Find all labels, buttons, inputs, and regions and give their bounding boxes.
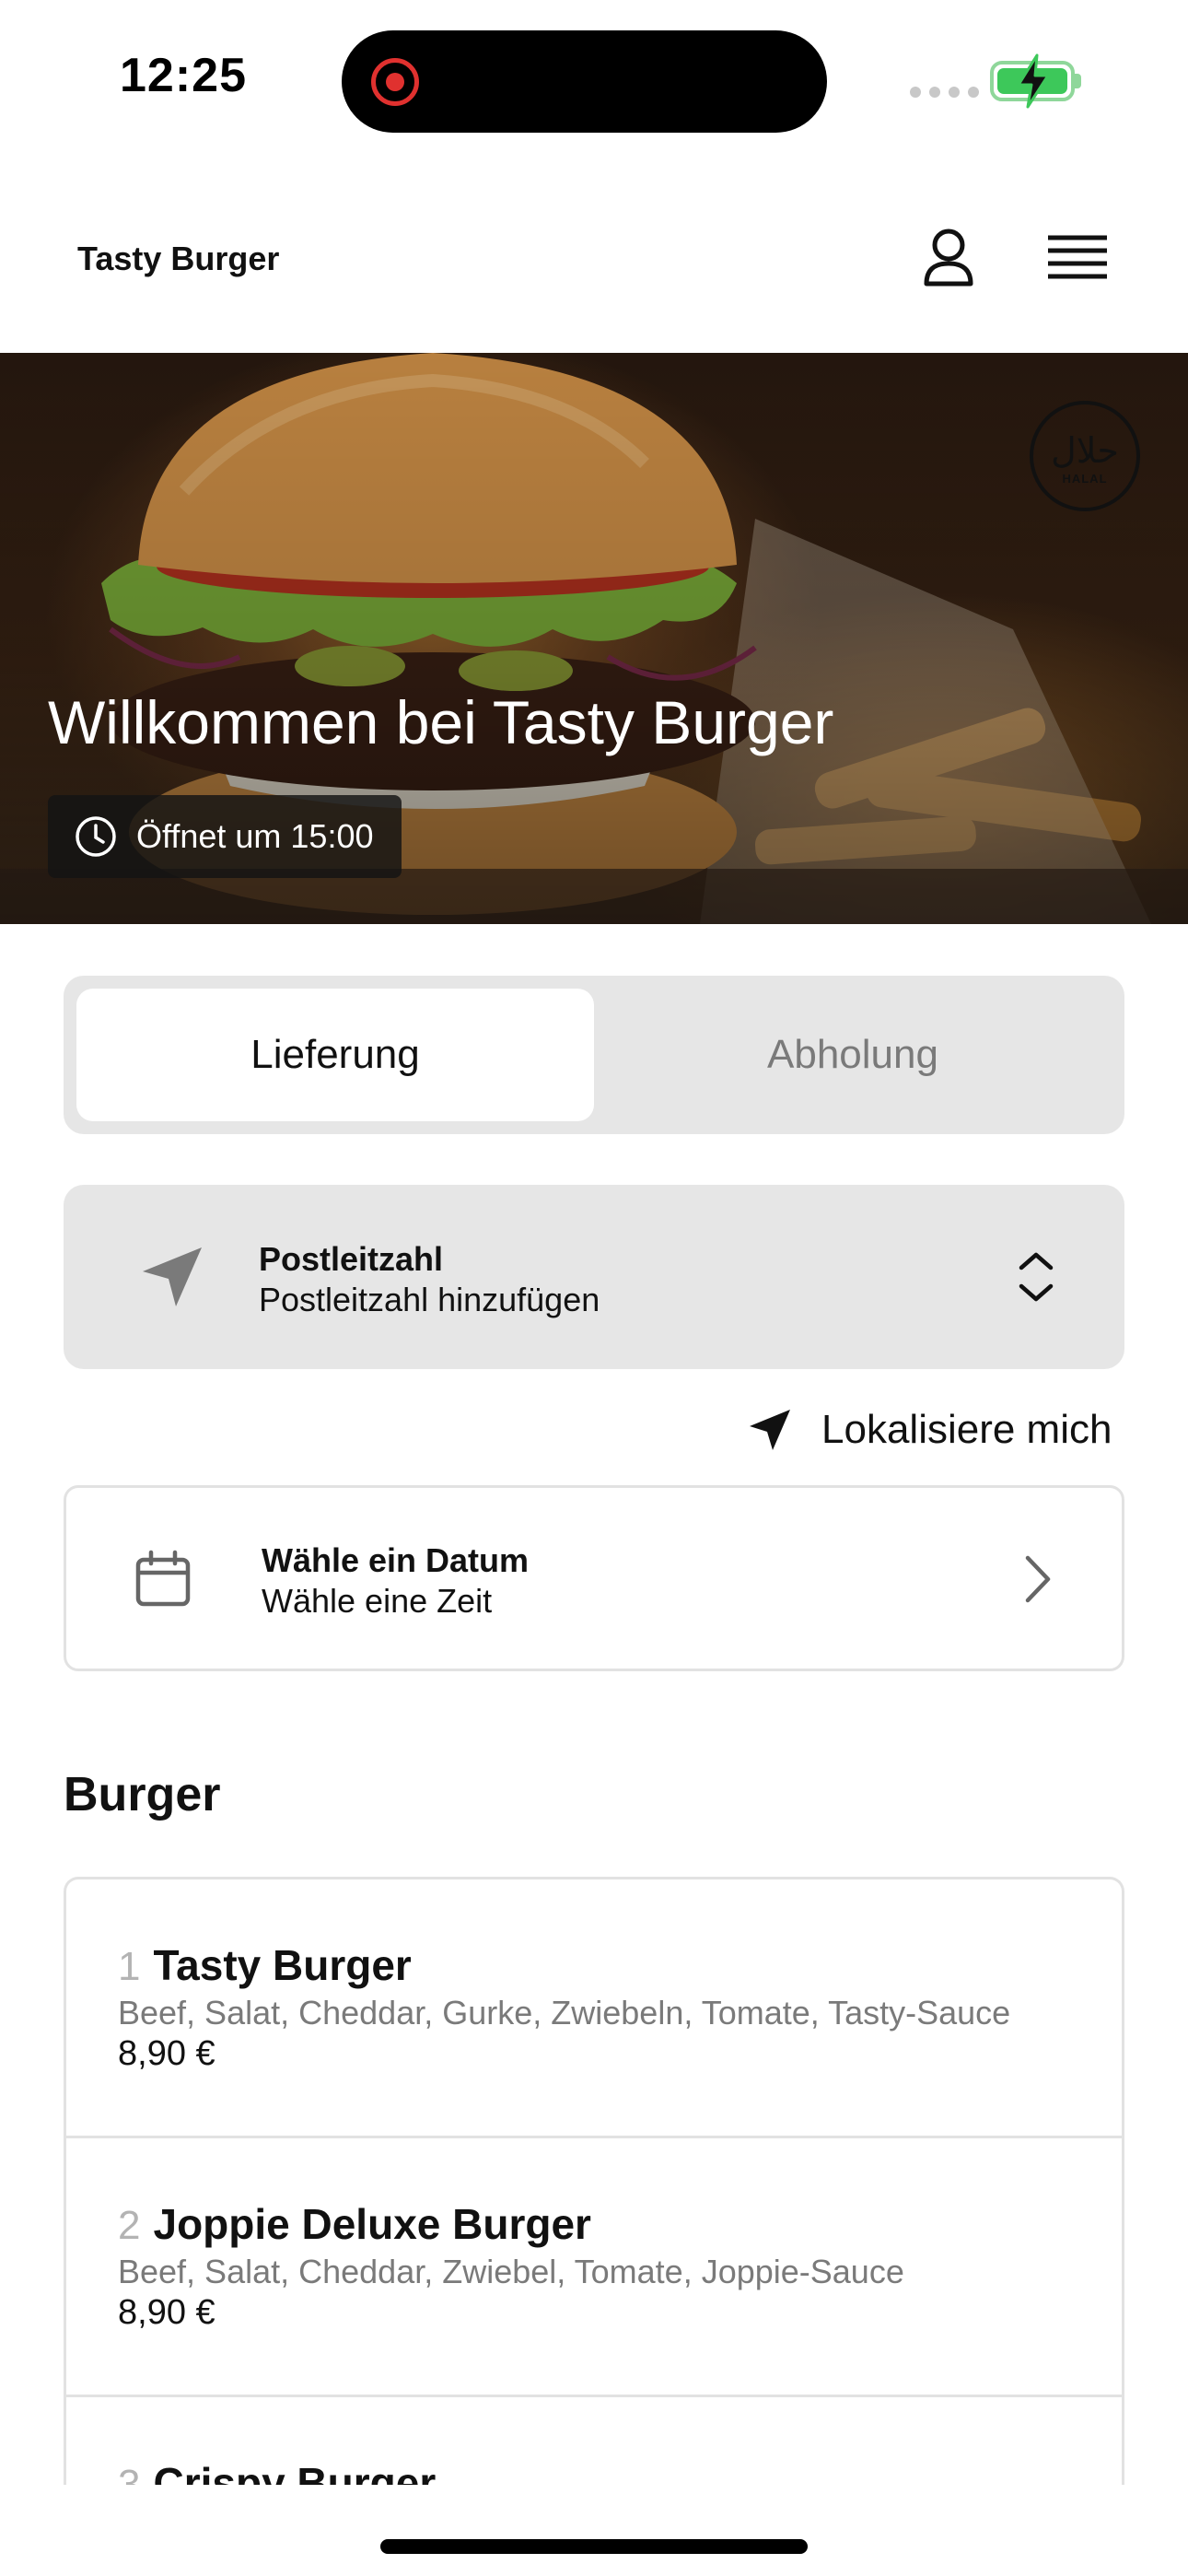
postal-code-title: Postleitzahl bbox=[259, 1240, 444, 1278]
clock-icon bbox=[76, 816, 116, 857]
date-picker-title: Wähle ein Datum bbox=[262, 1541, 530, 1579]
menu-list: 1 Tasty Burger Beef, Salat, Cheddar, Gur… bbox=[64, 1877, 1124, 2485]
halal-badge: حلال HALAL bbox=[1030, 401, 1140, 511]
locate-me-button[interactable]: Lokalisiere mich bbox=[746, 1402, 1112, 1458]
hamburger-menu-icon bbox=[1048, 235, 1107, 279]
order-mode-toggle: Lieferung Abholung bbox=[64, 976, 1124, 1134]
item-name: Tasty Burger bbox=[153, 1941, 412, 1989]
dynamic-island bbox=[342, 30, 827, 133]
item-number: 3 bbox=[118, 2462, 141, 2485]
cellular-signal-icon bbox=[910, 87, 979, 98]
item-name: Crispy Burger bbox=[153, 2459, 437, 2485]
status-bar: 12:25 bbox=[0, 0, 1188, 157]
halal-arabic-text: حلال bbox=[1051, 429, 1119, 471]
location-arrow-icon bbox=[143, 1247, 202, 1306]
item-description: Beef, Salat, Cheddar, Zwiebel, Tomate, J… bbox=[118, 2253, 904, 2290]
item-price: 8,90 € bbox=[118, 2034, 215, 2073]
opening-hours-badge: Öffnet um 15:00 bbox=[48, 795, 402, 878]
item-price: 8,90 € bbox=[118, 2293, 215, 2332]
profile-button[interactable] bbox=[912, 221, 985, 295]
postal-code-placeholder: Postleitzahl hinzufügen bbox=[259, 1281, 600, 1318]
status-time: 12:25 bbox=[120, 49, 247, 102]
date-time-picker[interactable]: Wähle ein Datum Wähle eine Zeit bbox=[64, 1485, 1124, 1671]
item-number: 1 bbox=[118, 1944, 141, 1989]
calendar-icon bbox=[135, 1550, 191, 1607]
chevron-right-icon bbox=[1025, 1555, 1051, 1603]
menu-item[interactable]: 2 Joppie Deluxe Burger Beef, Salat, Ched… bbox=[66, 2138, 1122, 2397]
tab-pickup[interactable]: Abholung bbox=[594, 989, 1112, 1121]
hero-banner: حلال HALAL Willkommen bei Tasty Burger Ö… bbox=[0, 353, 1188, 924]
opening-hours-text: Öffnet um 15:00 bbox=[136, 817, 374, 855]
halal-label: HALAL bbox=[1062, 471, 1108, 486]
recording-indicator-icon bbox=[371, 58, 419, 106]
menu-button[interactable] bbox=[1041, 221, 1114, 295]
person-icon bbox=[924, 228, 973, 287]
locate-me-label: Lokalisiere mich bbox=[821, 1407, 1112, 1452]
location-arrow-icon bbox=[750, 1410, 790, 1450]
hero-title: Willkommen bei Tasty Burger bbox=[48, 688, 834, 756]
tab-delivery[interactable]: Lieferung bbox=[76, 989, 594, 1121]
charging-bolt-icon bbox=[1017, 53, 1050, 109]
menu-item[interactable]: 3 Crispy Burger bbox=[66, 2397, 1122, 2485]
menu-item[interactable]: 1 Tasty Burger Beef, Salat, Cheddar, Gur… bbox=[66, 1879, 1122, 2138]
item-number: 2 bbox=[118, 2203, 141, 2248]
item-name: Joppie Deluxe Burger bbox=[153, 2200, 591, 2248]
item-description: Beef, Salat, Cheddar, Gurke, Zwiebeln, T… bbox=[118, 1994, 1011, 2032]
app-header: Tasty Burger bbox=[0, 157, 1188, 353]
section-title-burger: Burger bbox=[64, 1768, 221, 1821]
chevron-up-down-icon bbox=[1019, 1252, 1054, 1302]
brand-name[interactable]: Tasty Burger bbox=[77, 240, 279, 278]
time-picker-subtitle: Wähle eine Zeit bbox=[262, 1582, 493, 1620]
postal-code-selector[interactable]: Postleitzahl Postleitzahl hinzufügen bbox=[64, 1185, 1124, 1369]
home-indicator[interactable] bbox=[380, 2539, 808, 2554]
